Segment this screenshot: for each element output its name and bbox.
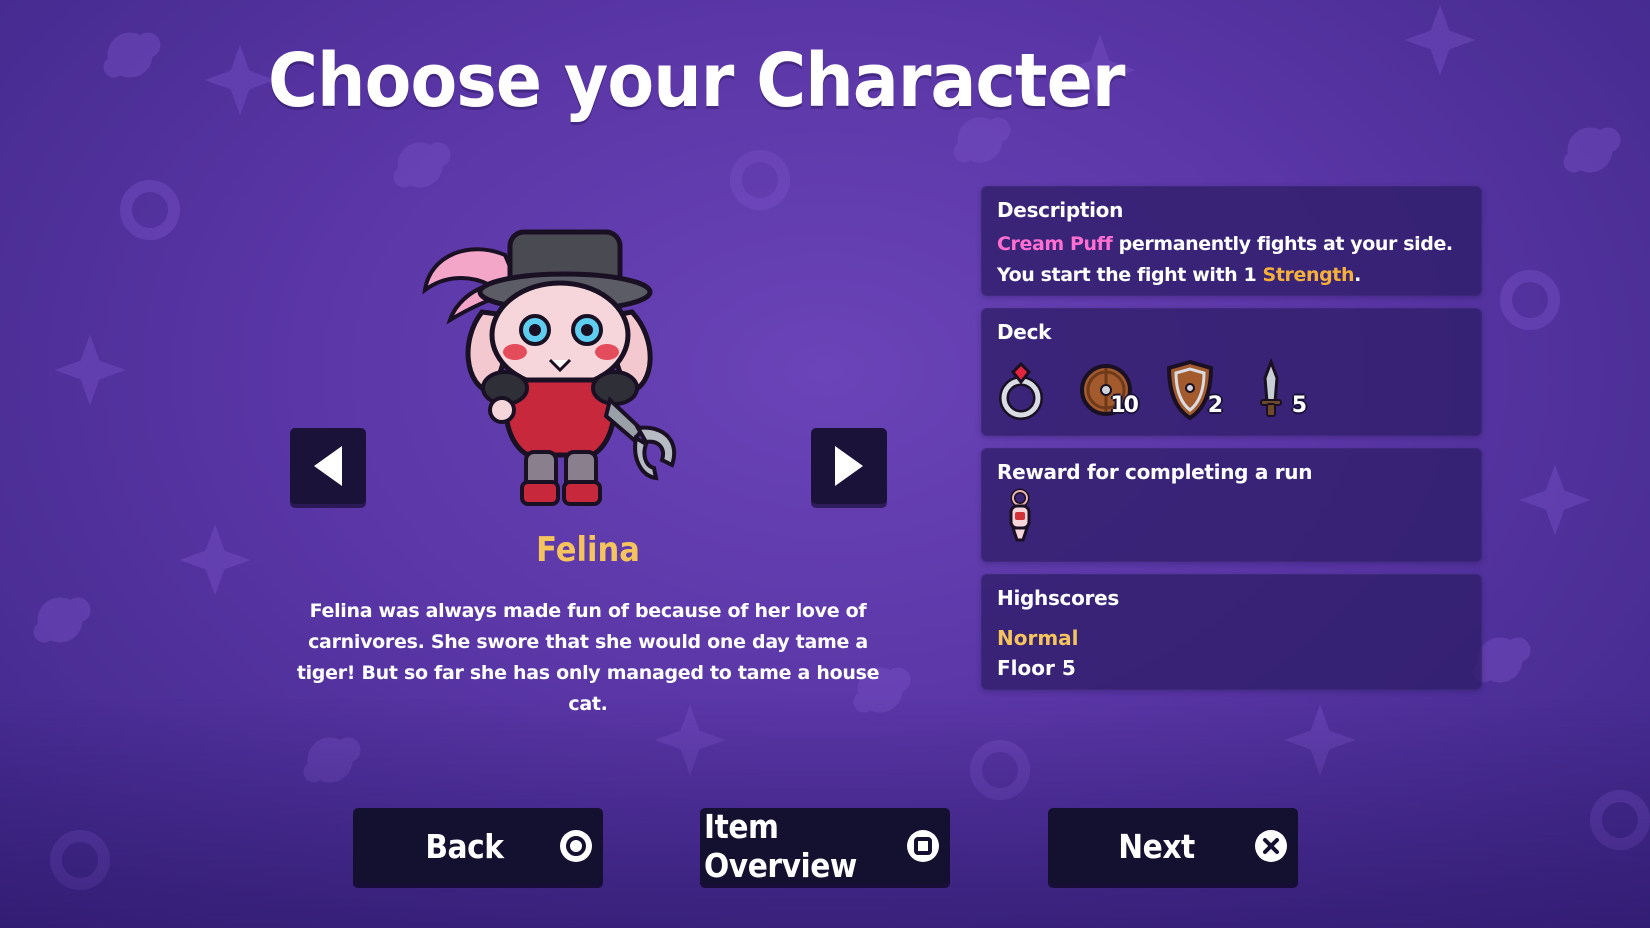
square-button-icon	[907, 830, 939, 862]
deck-item[interactable]: 5	[1247, 357, 1307, 422]
character-name: Felina	[536, 530, 640, 570]
left-arrow-icon	[314, 446, 342, 486]
companion-name: Cream Puff	[997, 233, 1113, 255]
item-overview-button-label: Item Overview	[704, 807, 857, 885]
item-overview-button[interactable]: Item Overview	[700, 807, 950, 885]
next-character-button[interactable]	[811, 428, 887, 504]
back-button[interactable]: Back	[353, 808, 603, 884]
deck-item[interactable]: 2	[1163, 358, 1223, 422]
cross-button-icon	[1255, 830, 1287, 862]
deck-item-count: 2	[1207, 393, 1223, 418]
deck-item[interactable]: 10	[1079, 358, 1139, 422]
description-panel: Description Cream Puff permanently fight…	[981, 186, 1482, 296]
next-button-label: Next	[1118, 826, 1195, 866]
deck-item[interactable]	[995, 358, 1051, 422]
deck-title: Deck	[997, 320, 1052, 344]
highscore-mode: Normal	[997, 626, 1079, 650]
deck-items: 10 2 5	[995, 357, 1307, 422]
reward-title: Reward for completing a run	[997, 460, 1313, 484]
felina-character-portrait	[422, 229, 677, 506]
character-story: Felina was always made fun of because of…	[296, 600, 880, 715]
reward-panel: Reward for completing a run	[981, 448, 1482, 562]
description-end: .	[1354, 264, 1361, 286]
highscores-title: Highscores	[997, 586, 1119, 610]
description-text: Cream Puff permanently fights at your si…	[997, 229, 1466, 291]
keychain-charm-icon[interactable]	[1003, 488, 1037, 544]
deck-panel: Deck 10 2 5	[981, 308, 1482, 436]
deck-item-count: 5	[1291, 393, 1307, 418]
page-title: Choose your Character	[268, 38, 1125, 124]
strength-keyword: Strength	[1262, 264, 1355, 286]
next-button[interactable]: Next	[1048, 808, 1298, 884]
back-button-label: Back	[425, 826, 504, 866]
ruby-ring-icon	[999, 361, 1043, 420]
description-title: Description	[997, 198, 1124, 222]
right-arrow-icon	[835, 446, 863, 486]
deck-item-count: 10	[1110, 393, 1139, 418]
highscore-floor: Floor 5	[997, 656, 1076, 680]
highscores-panel: Highscores Normal Floor 5	[981, 574, 1482, 690]
circle-button-icon	[560, 830, 592, 862]
previous-character-button[interactable]	[290, 428, 366, 504]
